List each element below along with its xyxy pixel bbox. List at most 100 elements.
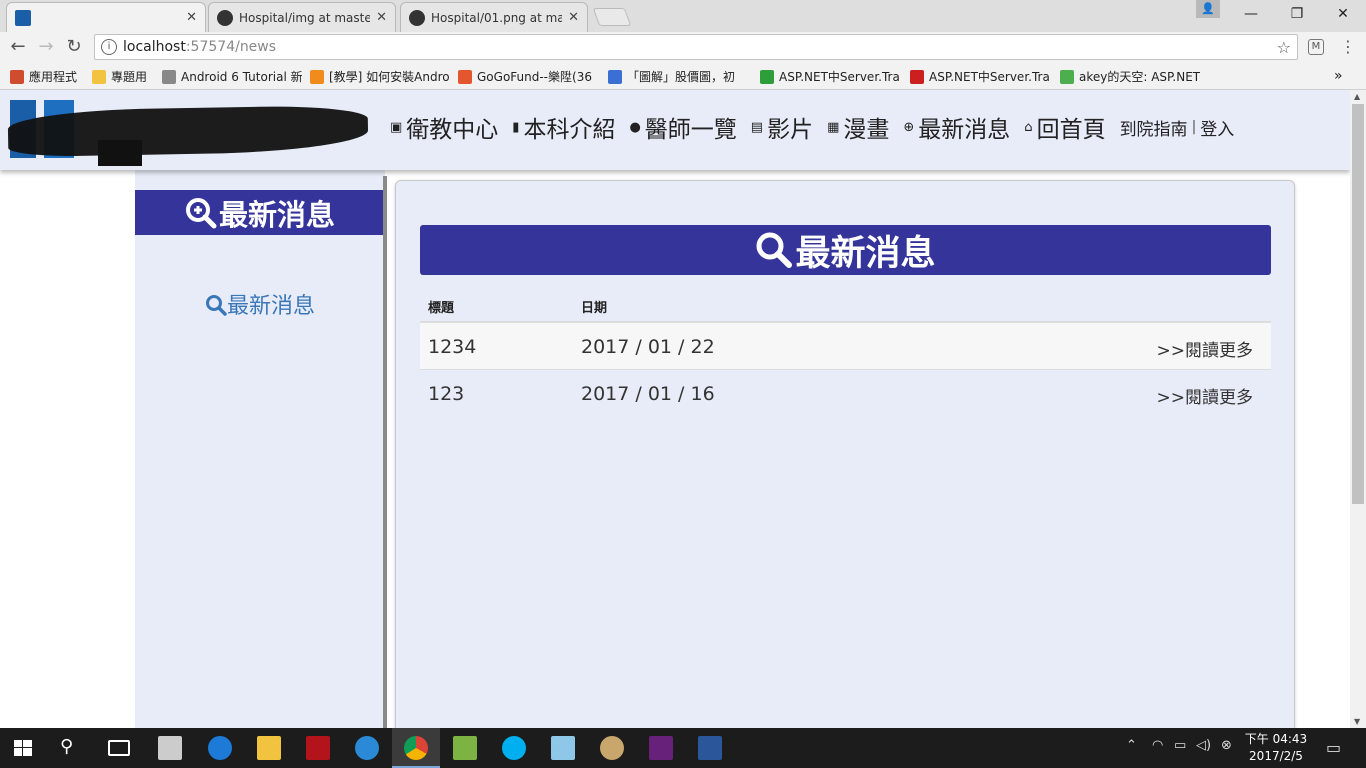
store-icon[interactable] — [158, 736, 182, 760]
bookmark-item[interactable]: ASP.NET中Server.Tra — [910, 68, 1050, 85]
browser-tabstrip: ✕ Hospital/img at master ✕ Hospital/01.p… — [0, 0, 1366, 32]
github-icon — [409, 9, 425, 26]
info-icon[interactable]: i — [101, 39, 117, 55]
nav-item-label: 本科介紹 — [523, 117, 616, 143]
task-view-icon[interactable] — [108, 740, 130, 756]
bookmark-item[interactable]: akey的天空: ASP.NET — [1060, 68, 1200, 85]
bookmark-icon — [10, 69, 24, 84]
sidebar-title: 最新消息 — [135, 190, 385, 235]
url-host: localhost — [123, 39, 186, 55]
start-button[interactable] — [14, 740, 32, 756]
skype-icon[interactable] — [502, 736, 526, 760]
bookmark-item[interactable]: 「圖解」股價圖，初 — [608, 68, 750, 85]
tab-github-png[interactable]: Hospital/01.png at mas ✕ — [400, 2, 588, 32]
home-icon: ⌂ — [1024, 119, 1033, 135]
nav-item-3[interactable]: ▤ 影片 — [751, 110, 813, 144]
page-title-text: 最新消息 — [795, 233, 936, 274]
nav-item-5[interactable]: ⊕ 最新消息 — [903, 110, 1010, 144]
page-scrollbar[interactable]: ▲ ▼ — [1350, 90, 1366, 728]
bookmark-icon — [760, 69, 774, 84]
extension-icon[interactable]: M — [1308, 39, 1324, 55]
close-icon[interactable]: ✕ — [568, 10, 579, 25]
visual-studio-icon[interactable] — [649, 736, 673, 760]
close-window-button[interactable]: ✕ — [1320, 0, 1366, 28]
scroll-up-icon[interactable]: ▲ — [1354, 92, 1360, 101]
file-explorer-icon[interactable] — [257, 736, 281, 760]
clock-date: 2017/2/5 — [1249, 749, 1303, 763]
tab-current[interactable]: ✕ — [6, 2, 206, 32]
table-header: 標題 日期 — [420, 289, 1271, 323]
menu-icon[interactable]: ⋮ — [1336, 36, 1360, 58]
film-icon: ▤ — [750, 119, 764, 135]
action-center-icon[interactable]: ▭ — [1326, 738, 1341, 757]
scrollbar-thumb[interactable] — [1352, 104, 1364, 504]
star-icon[interactable]: ☆ — [1277, 38, 1291, 57]
paint-icon[interactable] — [600, 736, 624, 760]
nav-separator: | — [1191, 119, 1197, 135]
bookmark-item[interactable]: Android 6 Tutorial 新 — [162, 68, 302, 85]
volume-icon[interactable]: ◁) — [1196, 738, 1211, 753]
chevron-up-icon[interactable]: ⌃ — [1126, 738, 1137, 753]
nav-item-2[interactable]: ● 醫師一覽 — [629, 110, 736, 144]
bookmark-item[interactable]: GoGoFund--樂陞(36 — [458, 68, 598, 85]
site-header: ▣ 衛教中心 ▮ 本科介紹 ● 醫師一覽 ▤ 影片 ▦ 漫畫 ⊕ 最新消息 ⌂ 回首頁 到院指南 | 登入 — [0, 90, 1350, 170]
nav-item-0[interactable]: ▣ 衛教中心 — [390, 110, 498, 144]
read-more-link[interactable]: >>閱讀更多 — [1157, 336, 1254, 361]
browser-toolbar: ← → ↻ i localhost:57574/news ☆ M ⋮ — [0, 32, 1366, 62]
profile-icon[interactable]: 👤 — [1196, 0, 1220, 18]
nav-guide-link[interactable]: 到院指南 — [1120, 115, 1188, 140]
scroll-down-icon[interactable]: ▼ — [1354, 717, 1360, 726]
search-icon[interactable]: ⚲ — [60, 736, 84, 760]
network-icon[interactable]: ◠ — [1152, 738, 1163, 753]
restore-button[interactable]: ❐ — [1274, 0, 1320, 28]
bookmark-label: akey的天空: ASP.NET — [1079, 70, 1200, 84]
word-icon[interactable] — [698, 736, 722, 760]
book-icon: ▣ — [390, 119, 403, 135]
minimize-button[interactable]: — — [1228, 0, 1274, 28]
news-title: 1234 — [428, 336, 477, 358]
app-icon[interactable] — [551, 736, 575, 760]
bookmark-item[interactable]: [教學] 如何安裝Andro — [310, 68, 450, 85]
nav-item-6[interactable]: ⌂ 回首頁 — [1024, 110, 1105, 144]
new-tab-button[interactable] — [592, 8, 632, 26]
tab-github-img[interactable]: Hospital/img at master ✕ — [208, 2, 396, 32]
nav-item-label: 漫畫 — [843, 117, 890, 143]
bookmark-icon — [458, 69, 472, 84]
battery-icon[interactable]: ▭ — [1174, 738, 1186, 753]
clock[interactable]: 下午 04:43 2017/2/5 — [1240, 731, 1312, 765]
reload-button[interactable]: ↻ — [62, 36, 86, 58]
back-button[interactable]: ← — [6, 36, 30, 58]
site-logo[interactable] — [7, 100, 369, 166]
address-bar[interactable]: i localhost:57574/news ☆ — [94, 34, 1298, 60]
forward-button[interactable]: → — [34, 36, 58, 58]
bookmark-label: 應用程式 — [29, 70, 78, 84]
nav-item-4[interactable]: ▦ 漫畫 — [827, 110, 889, 144]
app-icon[interactable] — [453, 736, 477, 760]
grid-icon: ▦ — [827, 119, 840, 135]
sidebar: 最新消息 最新消息 — [135, 170, 385, 728]
sidebar-item-news[interactable]: 最新消息 — [135, 288, 385, 320]
sidebar-divider — [383, 176, 387, 728]
close-icon[interactable]: ✕ — [186, 10, 197, 25]
close-icon[interactable]: ✕ — [376, 10, 387, 25]
more-bookmarks-button[interactable]: » — [1334, 68, 1343, 84]
bookmark-icon — [310, 69, 324, 84]
chrome-icon[interactable] — [404, 736, 428, 760]
tab-title: Hospital/img at master — [239, 10, 371, 25]
bookmark-label: Android 6 Tutorial 新 — [181, 70, 302, 84]
bookmark-icon — [92, 69, 106, 84]
login-link[interactable]: 登入 — [1200, 115, 1234, 140]
bookmark-item[interactable]: 應用程式 — [10, 68, 82, 85]
nav-item-label: 回首頁 — [1036, 117, 1106, 143]
bookmark-item[interactable]: 專題用 — [92, 68, 154, 85]
nav-item-1[interactable]: ▮ 本科介紹 — [512, 110, 615, 144]
column-header-date: 日期 — [581, 301, 608, 316]
ie-icon[interactable] — [355, 736, 379, 760]
notification-off-icon[interactable]: ⊗ — [1221, 738, 1232, 753]
news-title: 123 — [428, 383, 465, 405]
bookmarks-bar: 應用程式 專題用 Android 6 Tutorial 新 [教學] 如何安裝Andr… — [0, 62, 1366, 90]
edge-icon[interactable] — [208, 736, 232, 760]
read-more-link[interactable]: >>閱讀更多 — [1157, 383, 1254, 408]
bookmark-item[interactable]: ASP.NET中Server.Tra — [760, 68, 900, 85]
app-icon[interactable] — [306, 736, 330, 760]
